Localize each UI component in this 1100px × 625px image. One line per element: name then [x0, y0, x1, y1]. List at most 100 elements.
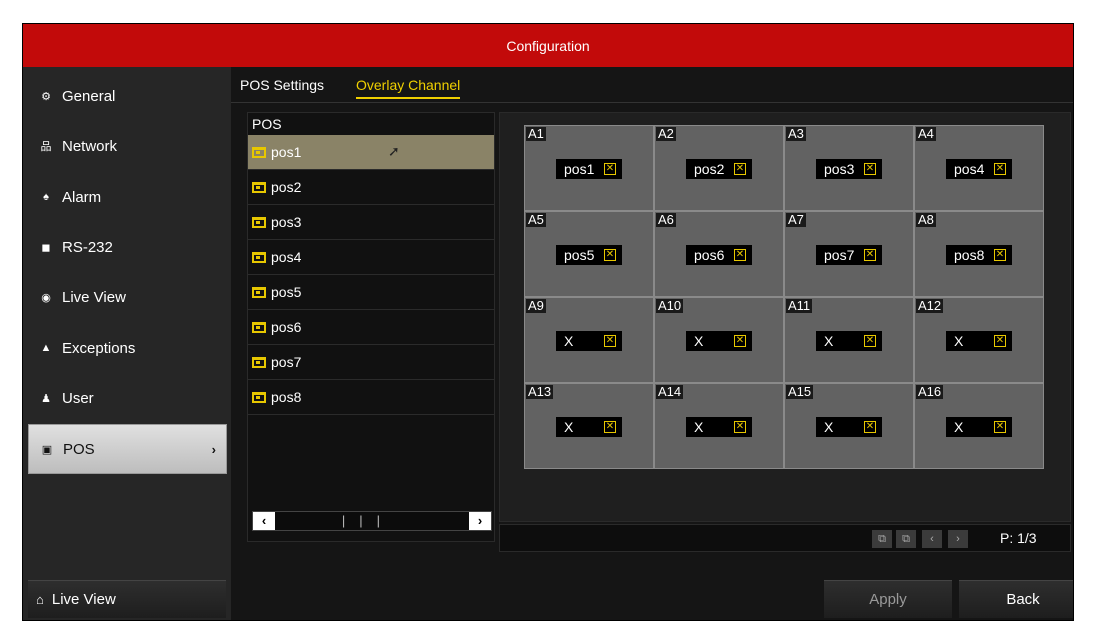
main-panel: POS Settings Overlay Channel POS pos1 ➚ …: [231, 67, 1073, 620]
pos-assignment-chip[interactable]: X ✕: [556, 417, 622, 437]
overlay-channel-area: A1 pos1 ✕ A2 pos2 ✕ A3 pos3 ✕ A4 pos4 ✕ A5 pos5 ✕ A6 pos…: [499, 112, 1071, 522]
pos-assignment-chip[interactable]: pos8 ✕: [946, 245, 1012, 265]
prev-page-button[interactable]: ‹: [922, 530, 942, 548]
sidebar-item-live-view[interactable]: ◉ Live View: [23, 272, 231, 322]
remove-icon[interactable]: ✕: [994, 421, 1006, 433]
sidebar-item-label: Exceptions: [62, 339, 136, 357]
pos-icon: [252, 391, 266, 403]
sidebar-item-exceptions[interactable]: ▲ Exceptions: [23, 323, 231, 373]
list-item-pos6[interactable]: pos6: [248, 310, 494, 345]
remove-icon[interactable]: ✕: [734, 163, 746, 175]
cell-channel-label: A8: [916, 212, 936, 227]
pos-assignment-chip[interactable]: X ✕: [556, 331, 622, 351]
cell-channel-label: A15: [786, 384, 814, 399]
remove-icon[interactable]: ✕: [864, 335, 876, 347]
sidebar-item-pos[interactable]: ▣ POS ›: [28, 424, 227, 474]
overlay-cell[interactable]: A6 pos6 ✕: [655, 212, 783, 296]
pos-assignment-chip[interactable]: pos2 ✕: [686, 159, 752, 179]
overlay-cell[interactable]: A12 X ✕: [915, 298, 1043, 382]
overlay-cell[interactable]: A4 pos4 ✕: [915, 126, 1043, 210]
pos-icon: [252, 216, 266, 228]
list-item-pos5[interactable]: pos5: [248, 275, 494, 310]
pos-assignment-chip[interactable]: X ✕: [816, 417, 882, 437]
overlay-cell[interactable]: A3 pos3 ✕: [785, 126, 913, 210]
remove-icon[interactable]: ✕: [604, 163, 616, 175]
pos-assignment-chip[interactable]: pos1 ✕: [556, 159, 622, 179]
overlay-cell[interactable]: A7 pos7 ✕: [785, 212, 913, 296]
sidebar-item-alarm[interactable]: ♠ Alarm: [23, 172, 231, 222]
pos-icon: ▣: [41, 443, 53, 456]
pos-assignment-chip[interactable]: X ✕: [686, 331, 752, 351]
overlay-cell[interactable]: A14 X ✕: [655, 384, 783, 468]
pos-assignment-value: X: [564, 333, 574, 349]
remove-icon[interactable]: ✕: [864, 249, 876, 261]
list-item-pos4[interactable]: pos4: [248, 240, 494, 275]
pos-icon: [252, 251, 266, 263]
tab-pos-settings[interactable]: POS Settings: [240, 77, 324, 93]
live-view-button[interactable]: ⌂ Live View: [28, 580, 226, 618]
remove-icon[interactable]: ✕: [994, 249, 1006, 261]
overlay-cell[interactable]: A11 X ✕: [785, 298, 913, 382]
overlay-cell[interactable]: A5 pos5 ✕: [525, 212, 653, 296]
remove-icon[interactable]: ✕: [604, 421, 616, 433]
clear-all-icon[interactable]: ⧉: [896, 530, 916, 548]
next-page-button[interactable]: ›: [948, 530, 968, 548]
page-indicator: P: 1/3: [1000, 530, 1037, 546]
remove-icon[interactable]: ✕: [604, 335, 616, 347]
pos-list-header: POS: [252, 116, 282, 132]
remove-icon[interactable]: ✕: [734, 335, 746, 347]
pos-icon: [252, 356, 266, 368]
sidebar-item-general[interactable]: ⚙ General: [23, 71, 231, 121]
scroll-right-button[interactable]: ›: [469, 512, 491, 530]
pos-assignment-chip[interactable]: pos5 ✕: [556, 245, 622, 265]
list-item-label: pos8: [271, 389, 302, 405]
tab-overlay-channel[interactable]: Overlay Channel: [356, 77, 461, 99]
overlay-cell[interactable]: A8 pos8 ✕: [915, 212, 1043, 296]
sidebar-item-network[interactable]: 品 Network: [23, 121, 231, 171]
pos-assignment-chip[interactable]: pos3 ✕: [816, 159, 882, 179]
cell-channel-label: A6: [656, 212, 676, 227]
pos-assignment-chip[interactable]: X ✕: [686, 417, 752, 437]
back-button[interactable]: Back: [959, 580, 1073, 618]
pos-assignment-chip[interactable]: X ✕: [946, 417, 1012, 437]
list-item-pos3[interactable]: pos3: [248, 205, 494, 240]
list-item-pos2[interactable]: pos2: [248, 170, 494, 205]
eye-icon: ◉: [41, 291, 51, 304]
list-item-pos1[interactable]: pos1 ➚: [248, 135, 494, 170]
pos-assignment-value: pos2: [694, 161, 725, 177]
scroll-left-button[interactable]: ‹: [253, 512, 275, 530]
list-item-pos8[interactable]: pos8: [248, 380, 494, 415]
overlay-all-icon[interactable]: ⧉: [872, 530, 892, 548]
horizontal-scrollbar[interactable]: ‹ ||| ›: [252, 511, 492, 531]
pos-assignment-chip[interactable]: pos4 ✕: [946, 159, 1012, 179]
pos-assignment-value: pos1: [564, 161, 595, 177]
pos-assignment-chip[interactable]: pos7 ✕: [816, 245, 882, 265]
overlay-cell[interactable]: A2 pos2 ✕: [655, 126, 783, 210]
cell-channel-label: A16: [916, 384, 944, 399]
remove-icon[interactable]: ✕: [864, 163, 876, 175]
pos-assignment-chip[interactable]: X ✕: [946, 331, 1012, 351]
sidebar-item-rs232[interactable]: ◼ RS-232: [23, 222, 231, 272]
remove-icon[interactable]: ✕: [994, 335, 1006, 347]
overlay-cell[interactable]: A9 X ✕: [525, 298, 653, 382]
gear-icon: ⚙: [41, 90, 51, 103]
overlay-cell[interactable]: A16 X ✕: [915, 384, 1043, 468]
sidebar-item-user[interactable]: ♟ User: [23, 373, 231, 423]
overlay-cell[interactable]: A10 X ✕: [655, 298, 783, 382]
remove-icon[interactable]: ✕: [994, 163, 1006, 175]
pos-assignment-chip[interactable]: pos6 ✕: [686, 245, 752, 265]
remove-icon[interactable]: ✕: [734, 421, 746, 433]
scrollbar-thumb[interactable]: |||: [283, 512, 453, 530]
remove-icon[interactable]: ✕: [604, 249, 616, 261]
list-item-pos7[interactable]: pos7: [248, 345, 494, 380]
overlay-cell[interactable]: A1 pos1 ✕: [525, 126, 653, 210]
apply-button[interactable]: Apply: [824, 580, 952, 618]
remove-icon[interactable]: ✕: [864, 421, 876, 433]
overlay-cell[interactable]: A13 X ✕: [525, 384, 653, 468]
remove-icon[interactable]: ✕: [734, 249, 746, 261]
pos-assignment-value: X: [824, 333, 834, 349]
sidebar-item-label: RS-232: [62, 238, 113, 256]
overlay-cell[interactable]: A15 X ✕: [785, 384, 913, 468]
pos-assignment-value: pos6: [694, 247, 725, 263]
pos-assignment-chip[interactable]: X ✕: [816, 331, 882, 351]
